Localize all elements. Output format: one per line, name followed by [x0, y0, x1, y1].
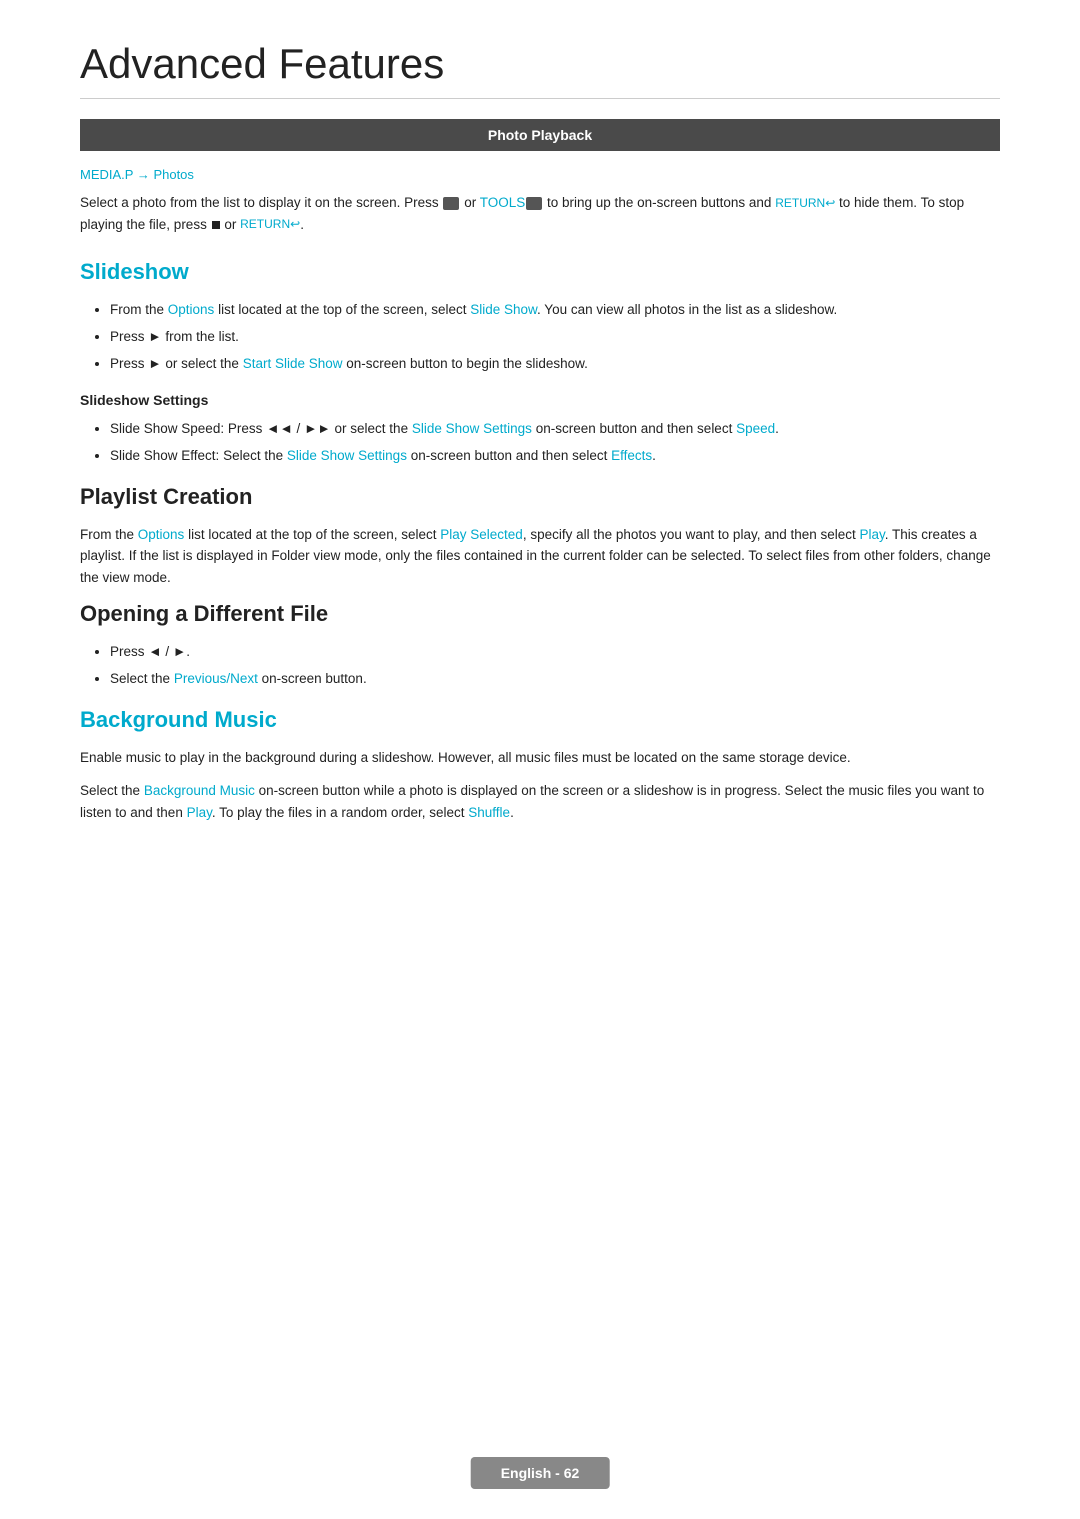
enter-icon	[443, 197, 459, 210]
slideshow-bullets: From the Options list located at the top…	[110, 299, 1000, 376]
page-title: Advanced Features	[80, 40, 1000, 99]
slide-show-settings-link-1: Slide Show Settings	[412, 421, 532, 436]
effects-link: Effects	[611, 448, 652, 463]
opening-file-bullets: Press ◄ / ►. Select the Previous/Next on…	[110, 641, 1000, 691]
breadcrumb-link: MEDIA.P → Photos	[80, 167, 194, 182]
playlist-text: From the Options list located at the top…	[80, 524, 1000, 589]
slide-show-settings-link-2: Slide Show Settings	[287, 448, 407, 463]
play-link-2: Play	[187, 805, 212, 820]
background-music-text-2: Select the Background Music on-screen bu…	[80, 780, 1000, 823]
playlist-title: Playlist Creation	[80, 484, 1000, 510]
tools-icon	[526, 197, 542, 210]
opening-file-bullet-2: Select the Previous/Next on-screen butto…	[110, 668, 1000, 691]
previous-next-link: Previous/Next	[174, 671, 258, 686]
section-header-photo-playback: Photo Playback	[80, 119, 1000, 151]
opening-file-bullet-1: Press ◄ / ►.	[110, 641, 1000, 664]
slideshow-settings-bullets: Slide Show Speed: Press ◄◄ / ►► or selec…	[110, 418, 1000, 468]
background-music-link: Background Music	[144, 783, 255, 798]
slideshow-bullet-1: From the Options list located at the top…	[110, 299, 1000, 322]
slide-show-link: Slide Show	[470, 302, 537, 317]
stop-icon	[212, 221, 220, 229]
slideshow-bullet-2: Press ► from the list.	[110, 326, 1000, 349]
return-link-2: RETURN↩	[240, 215, 300, 234]
background-music-title: Background Music	[80, 707, 1000, 733]
breadcrumb: MEDIA.P → Photos	[80, 167, 1000, 182]
page-footer: English - 62	[471, 1457, 610, 1489]
play-link-1: Play	[860, 527, 885, 542]
return-link-1: RETURN↩	[775, 194, 835, 213]
play-selected-link: Play Selected	[440, 527, 523, 542]
options-link-2: Options	[138, 527, 185, 542]
slideshow-title: Slideshow	[80, 259, 1000, 285]
background-music-text-1: Enable music to play in the background d…	[80, 747, 1000, 769]
opening-file-title: Opening a Different File	[80, 601, 1000, 627]
settings-bullet-1: Slide Show Speed: Press ◄◄ / ►► or selec…	[110, 418, 1000, 441]
options-link-1: Options	[168, 302, 215, 317]
start-slide-show-link: Start Slide Show	[243, 356, 343, 371]
tools-link: TOOLS	[480, 195, 526, 210]
speed-link: Speed	[736, 421, 775, 436]
slideshow-settings-title: Slideshow Settings	[80, 392, 1000, 408]
intro-paragraph: Select a photo from the list to display …	[80, 192, 1000, 235]
settings-bullet-2: Slide Show Effect: Select the Slide Show…	[110, 445, 1000, 468]
shuffle-link: Shuffle	[468, 805, 510, 820]
slideshow-bullet-3: Press ► or select the Start Slide Show o…	[110, 353, 1000, 376]
